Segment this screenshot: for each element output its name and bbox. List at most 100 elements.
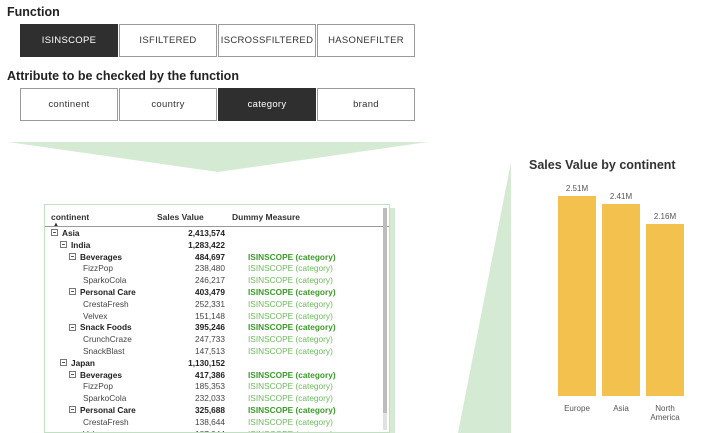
dummy-measure-cell: ISINSCOPE (category) xyxy=(248,346,333,356)
row-label-text: Japan xyxy=(71,357,95,368)
sales-value-cell: 238,480 xyxy=(195,263,225,274)
row-label-text: SnackBlast xyxy=(83,346,125,356)
collapse-icon[interactable] xyxy=(51,229,58,237)
function-option-isinscope[interactable]: ISINSCOPE xyxy=(20,24,118,57)
table-row: CrestaFresh 252,331 ISINSCOPE (category) xyxy=(45,299,389,311)
attribute-slicer: continent country category brand xyxy=(20,88,416,121)
bar-asia[interactable] xyxy=(602,203,640,396)
sales-value-cell: 246,217 xyxy=(195,275,225,286)
function-option-isfiltered[interactable]: ISFILTERED xyxy=(119,24,217,57)
row-label: Beverages xyxy=(69,252,122,262)
dummy-measure-cell: ISINSCOPE (category) xyxy=(248,369,336,380)
sales-value-cell: 325,688 xyxy=(195,405,225,415)
row-label: CrunchCraze xyxy=(83,334,132,344)
row-label-text: India xyxy=(71,239,91,250)
sales-value-cell: 185,353 xyxy=(195,381,225,392)
collapse-icon[interactable] xyxy=(69,252,76,260)
function-option-iscrossfiltered[interactable]: ISCROSSFILTERED xyxy=(218,24,316,57)
sales-value-cell: 1,283,422 xyxy=(188,239,225,250)
attribute-option-category[interactable]: category xyxy=(218,88,316,121)
dummy-measure-cell: ISINSCOPE (category) xyxy=(248,416,333,427)
row-label: SparkoCola xyxy=(83,393,126,403)
x-axis-label: North America xyxy=(650,404,680,422)
data-label: 2.16M xyxy=(653,211,677,221)
row-label: SnackBlast xyxy=(83,346,125,356)
function-slicer-title: Function xyxy=(7,5,60,19)
sales-value-cell: 417,386 xyxy=(195,369,225,380)
sales-value-cell: 484,697 xyxy=(195,251,225,262)
row-label: CrestaFresh xyxy=(83,417,129,427)
sales-value-cell: 252,331 xyxy=(195,298,225,309)
row-label-text: FizzPop xyxy=(83,263,113,274)
row-label-text: CrunchCraze xyxy=(83,334,132,345)
table-row: SparkoCola 232,033 ISINSCOPE (category) xyxy=(45,393,389,405)
row-label: Snack Foods xyxy=(69,322,132,332)
bar-north-america[interactable] xyxy=(646,223,684,396)
dummy-measure-cell: ISINSCOPE (category) xyxy=(248,405,336,415)
table-row: Snack Foods 395,246 ISINSCOPE (category) xyxy=(45,322,389,334)
table-row: SnackBlast 147,513 ISINSCOPE (category) xyxy=(45,346,389,358)
table-row: Japan 1,130,152 xyxy=(45,358,389,370)
row-label-text: Beverages xyxy=(80,251,122,262)
row-label-text: SparkoCola xyxy=(83,393,127,404)
sales-value-cell: 147,513 xyxy=(195,346,225,356)
row-label-text: FizzPop xyxy=(83,381,113,392)
row-label: Beverages xyxy=(69,370,122,380)
table-row: Beverages 484,697 ISINSCOPE (category) xyxy=(45,252,389,264)
column-header-sales-value[interactable]: Sales Value xyxy=(157,212,204,222)
dummy-measure-cell: ISINSCOPE (category) xyxy=(248,310,333,321)
collapse-icon[interactable] xyxy=(69,370,76,378)
row-label-text: Velvex xyxy=(83,429,107,432)
matrix-visual: continent Sales Value Dummy Measure ▲ As… xyxy=(44,204,390,433)
row-label-text: CrestaFresh xyxy=(83,416,129,427)
row-label: Asia xyxy=(51,228,80,238)
row-label-text: Personal Care xyxy=(80,405,136,415)
dummy-measure-cell: ISINSCOPE (category) xyxy=(248,429,333,432)
collapse-icon[interactable] xyxy=(60,359,67,367)
bar-europe[interactable] xyxy=(558,196,596,396)
table-row: Velvex 151,148 ISINSCOPE (category) xyxy=(45,311,389,323)
row-label: Japan xyxy=(60,358,95,368)
x-axis-label: Europe xyxy=(564,404,590,413)
vertical-scrollbar[interactable] xyxy=(383,208,387,430)
x-axis-label: Asia xyxy=(613,404,629,413)
collapse-icon[interactable] xyxy=(69,288,76,296)
attribute-option-brand[interactable]: brand xyxy=(317,88,415,121)
sales-value-cell: 151,148 xyxy=(195,310,225,321)
sales-value-cell: 138,644 xyxy=(195,416,225,427)
matrix-header: continent Sales Value Dummy Measure xyxy=(45,210,389,227)
row-label-text: Personal Care xyxy=(80,287,136,297)
collapse-icon[interactable] xyxy=(60,241,67,249)
dummy-measure-cell: ISINSCOPE (category) xyxy=(248,251,336,262)
table-row: CrestaFresh 138,644 ISINSCOPE (category) xyxy=(45,417,389,429)
attribute-option-country[interactable]: country xyxy=(119,88,217,121)
attribute-option-continent[interactable]: continent xyxy=(20,88,118,121)
sales-value-cell: 403,479 xyxy=(195,287,225,297)
table-row: FizzPop 185,353 ISINSCOPE (category) xyxy=(45,381,389,393)
row-label-text: SparkoCola xyxy=(83,275,127,286)
column-header-dummy-measure[interactable]: Dummy Measure xyxy=(232,212,300,222)
dummy-measure-cell: ISINSCOPE (category) xyxy=(248,263,333,274)
row-label: SparkoCola xyxy=(83,275,126,285)
dummy-measure-cell: ISINSCOPE (category) xyxy=(248,275,333,286)
table-row: CrunchCraze 247,733 ISINSCOPE (category) xyxy=(45,334,389,346)
scrollbar-thumb[interactable] xyxy=(383,208,387,413)
dummy-measure-cell: ISINSCOPE (category) xyxy=(248,334,333,345)
row-label: Personal Care xyxy=(69,405,136,415)
function-option-hasonefilter[interactable]: HASONEFILTER xyxy=(317,24,415,57)
chart-title: Sales Value by continent xyxy=(529,158,676,172)
data-label: 2.41M xyxy=(609,191,633,201)
table-row: Personal Care 403,479 ISINSCOPE (category) xyxy=(45,287,389,299)
sales-value-cell: 1,130,152 xyxy=(188,357,225,368)
sales-value-cell: 247,733 xyxy=(195,334,225,345)
collapse-icon[interactable] xyxy=(69,406,76,414)
row-label: Personal Care xyxy=(69,287,136,297)
table-row: India 1,283,422 xyxy=(45,240,389,252)
collapse-icon[interactable] xyxy=(69,323,76,331)
column-header-continent[interactable]: continent xyxy=(51,212,89,222)
table-row: Beverages 417,386 ISINSCOPE (category) xyxy=(45,370,389,382)
data-label: 2.51M xyxy=(565,184,589,193)
sales-value-cell: 395,246 xyxy=(195,322,225,333)
row-label: India xyxy=(60,240,90,250)
table-row: FizzPop 238,480 ISINSCOPE (category) xyxy=(45,263,389,275)
